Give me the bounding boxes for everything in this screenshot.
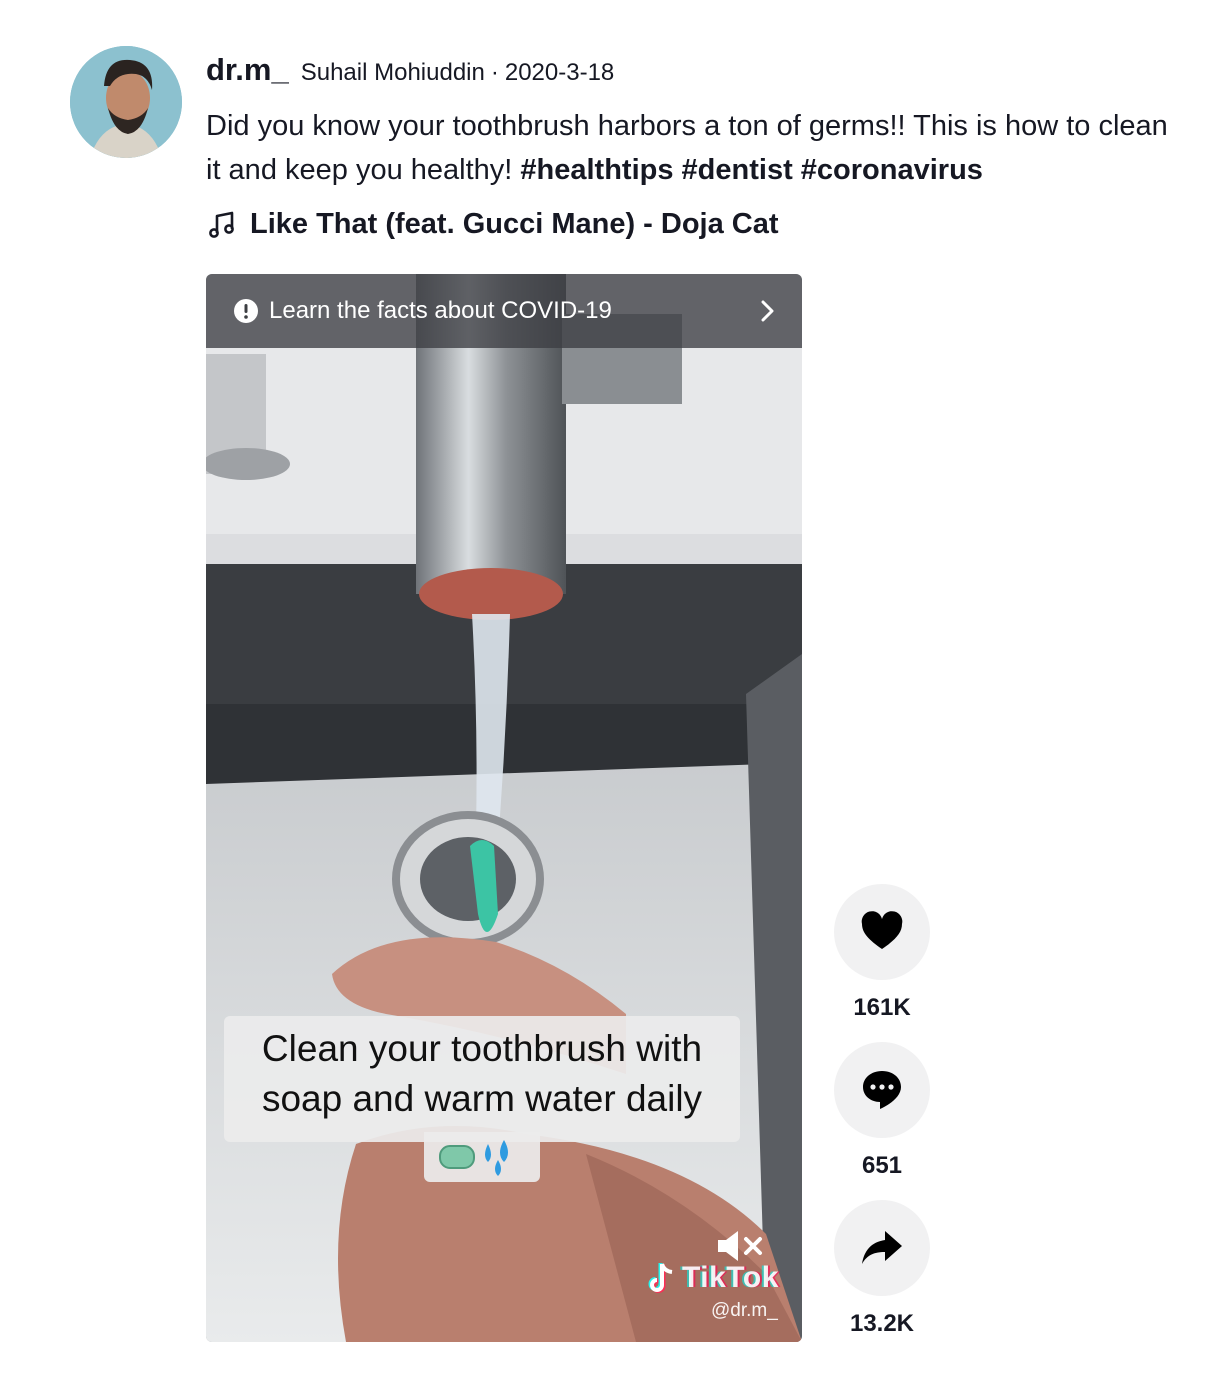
post-date: 2020-3-18 [504,59,615,86]
covid-banner-text: Learn the facts about COVID-19 [269,297,612,324]
avatar-image [70,46,182,158]
alert-icon [234,299,258,323]
chevron-right-icon [761,300,774,322]
comment-button[interactable] [834,1042,930,1138]
hashtag-healthtips[interactable]: #healthtips [520,154,673,186]
username[interactable]: dr.m_ [206,52,289,88]
hashtag-coronavirus[interactable]: #coronavirus [801,154,983,186]
share-icon [862,1231,902,1264]
post-header: dr.m_ Suhail Mohiuddin · 2020-3-18 [206,52,614,92]
tiktok-watermark: TikTok [646,1258,796,1298]
music-note-icon [209,211,234,238]
share-button[interactable] [834,1200,930,1296]
share-count: 13.2K [849,1310,915,1337]
nickname[interactable]: Suhail Mohiuddin [301,59,485,87]
caption: Did you know your toothbrush harbors a t… [206,104,1186,192]
overlay-line-2: soap and warm water daily [261,1078,703,1119]
soap-water-icon [439,1140,508,1176]
covid-banner[interactable]: Learn the facts about COVID-19 [206,274,802,348]
overlay-emoji [424,1132,540,1182]
comment-count: 651 [861,1152,903,1179]
comment-icon [863,1071,901,1109]
watermark-handle: @dr.m_ [711,1300,778,1321]
hashtag-dentist[interactable]: #dentist [682,154,793,186]
tiktok-logo-icon [648,1263,673,1293]
heart-icon [861,911,903,949]
overlay-line-1: Clean your toothbrush with [261,1028,703,1069]
video-player[interactable]: Learn the facts about COVID-19 Clean you… [206,274,802,1342]
like-button[interactable] [834,884,930,980]
separator: · [490,59,499,86]
like-count: 161K [853,994,911,1021]
avatar[interactable] [70,46,182,158]
music-link[interactable]: Like That (feat. Gucci Mane) - Doja Cat [206,204,779,244]
music-title: Like That (feat. Gucci Mane) - Doja Cat [250,207,779,240]
watermark-text: TikTok [682,1261,779,1294]
video-caption-overlay: Clean your toothbrush with soap and warm… [224,1016,740,1142]
